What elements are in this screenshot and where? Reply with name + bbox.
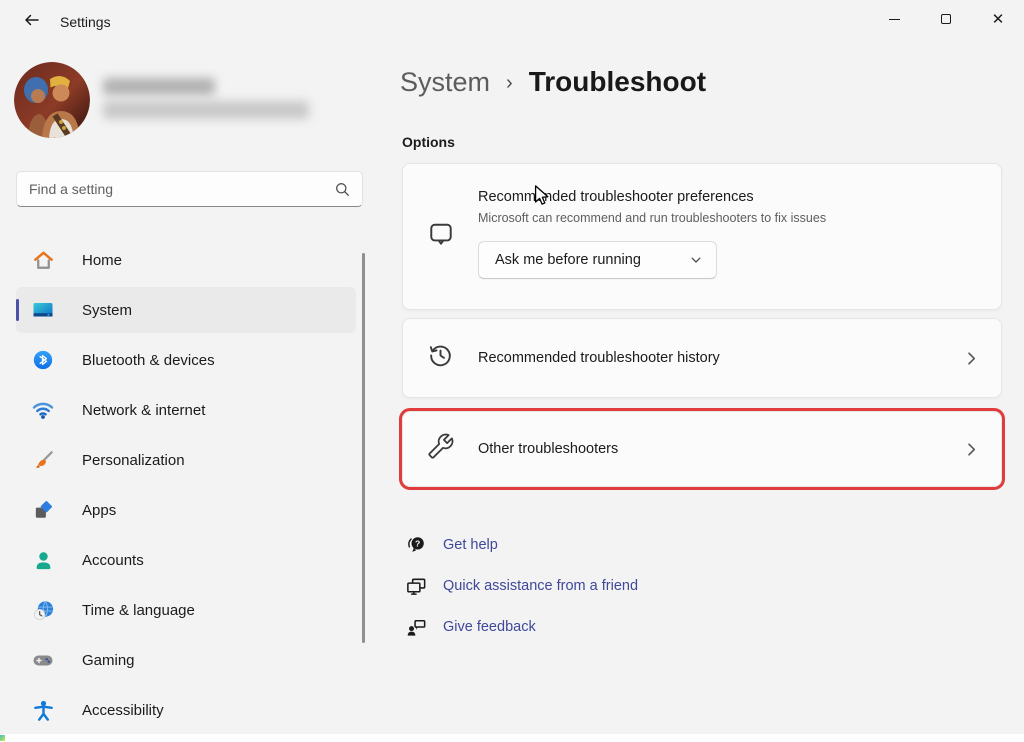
link-label: Quick assistance from a friend [443, 578, 638, 594]
avatar [14, 62, 90, 138]
sidebar-item-label: System [82, 302, 132, 319]
recommended-troubleshooter-history-card[interactable]: Recommended troubleshooter history [402, 318, 1002, 398]
sidebar-item-bluetooth-devices[interactable]: Bluetooth & devices [16, 337, 356, 383]
sidebar-item-gaming[interactable]: Gaming [16, 637, 356, 683]
sidebar-item-label: Personalization [82, 452, 185, 469]
chevron-right-icon [964, 442, 979, 457]
arrow-left-icon [23, 12, 40, 33]
card-description: Microsoft can recommend and run troubles… [478, 209, 826, 227]
breadcrumb: System › Troubleshoot [400, 66, 706, 98]
chevron-down-icon [690, 254, 702, 266]
wrench-icon [427, 433, 454, 465]
page-title: Troubleshoot [529, 66, 706, 98]
other-troubleshooters-card[interactable]: Other troubleshooters [402, 411, 1002, 487]
history-icon [427, 342, 454, 374]
sidebar-item-accounts[interactable]: Accounts [16, 537, 356, 583]
sidebar-scrollbar[interactable] [362, 253, 365, 643]
minimize-button[interactable] [868, 0, 920, 38]
close-icon: ✕ [992, 12, 1005, 27]
chevron-right-icon [964, 351, 979, 366]
sidebar-item-personalization[interactable]: Personalization [16, 437, 356, 483]
sidebar-item-label: Bluetooth & devices [82, 352, 215, 369]
window-controls: ✕ [868, 0, 1024, 38]
link-label: Give feedback [443, 619, 536, 635]
get-help-link[interactable]: ? Get help [404, 532, 638, 558]
breadcrumb-parent[interactable]: System [400, 67, 490, 98]
help-links: ? Get help Quick assistance from a frien… [404, 532, 638, 655]
bluetooth-icon [30, 347, 56, 373]
search-icon [335, 182, 350, 197]
user-profile [14, 62, 354, 140]
quick-assistance-link[interactable]: Quick assistance from a friend [404, 573, 638, 599]
speech-bubble-icon [428, 221, 454, 253]
system-icon [30, 297, 56, 323]
close-button[interactable]: ✕ [972, 0, 1024, 38]
sidebar-item-label: Time & language [82, 602, 195, 619]
sidebar-nav: Home System Bluetooth & devices Network … [16, 237, 356, 737]
network-icon [30, 397, 56, 423]
sidebar-item-label: Gaming [82, 652, 135, 669]
user-name-blurred [103, 78, 215, 95]
person-feedback-icon [404, 616, 428, 639]
titlebar: Settings ✕ [0, 0, 1024, 44]
sidebar-item-apps[interactable]: Apps [16, 487, 356, 533]
remote-screens-icon [404, 575, 428, 598]
sidebar-item-system[interactable]: System [16, 287, 356, 333]
back-button[interactable] [14, 8, 48, 36]
card-title: Recommended troubleshooter preferences [478, 187, 826, 207]
search-box [16, 171, 363, 207]
breadcrumb-separator-icon: › [506, 72, 513, 95]
sidebar-item-home[interactable]: Home [16, 237, 356, 283]
bottom-edge [0, 734, 1024, 742]
sidebar-item-label: Network & internet [82, 402, 205, 419]
card-label: Recommended troubleshooter history [478, 350, 720, 366]
taskbar-corner-peek [0, 735, 5, 741]
give-feedback-link[interactable]: Give feedback [404, 614, 638, 640]
recommended-troubleshooter-preferences-card: Recommended troubleshooter preferences M… [402, 163, 1002, 310]
sidebar-item-label: Apps [82, 502, 116, 519]
apps-icon [30, 497, 56, 523]
options-section-label: Options [402, 134, 455, 150]
app-title: Settings [60, 14, 111, 30]
help-bubble-icon: ? [404, 534, 428, 557]
sidebar-item-label: Accessibility [82, 702, 164, 719]
troubleshooter-preference-dropdown[interactable]: Ask me before running [478, 241, 717, 279]
settings-window: Settings ✕ [0, 0, 1024, 742]
dropdown-selected-value: Ask me before running [479, 252, 690, 268]
gaming-icon [30, 647, 56, 673]
home-icon [30, 247, 56, 273]
link-label: Get help [443, 537, 498, 553]
accessibility-icon [30, 697, 56, 723]
personalization-icon [30, 447, 56, 473]
search-input[interactable] [17, 181, 335, 197]
sidebar-item-accessibility[interactable]: Accessibility [16, 687, 356, 733]
accounts-icon [30, 547, 56, 573]
time-language-icon [30, 597, 56, 623]
card-label: Other troubleshooters [478, 441, 618, 457]
sidebar-item-network-internet[interactable]: Network & internet [16, 387, 356, 433]
svg-text:?: ? [415, 538, 420, 548]
sidebar-item-label: Home [82, 252, 122, 269]
maximize-icon [941, 14, 951, 24]
sidebar-item-label: Accounts [82, 552, 144, 569]
sidebar-item-time-language[interactable]: Time & language [16, 587, 356, 633]
maximize-button[interactable] [920, 0, 972, 38]
minimize-icon [889, 19, 900, 20]
user-email-blurred [103, 101, 309, 119]
